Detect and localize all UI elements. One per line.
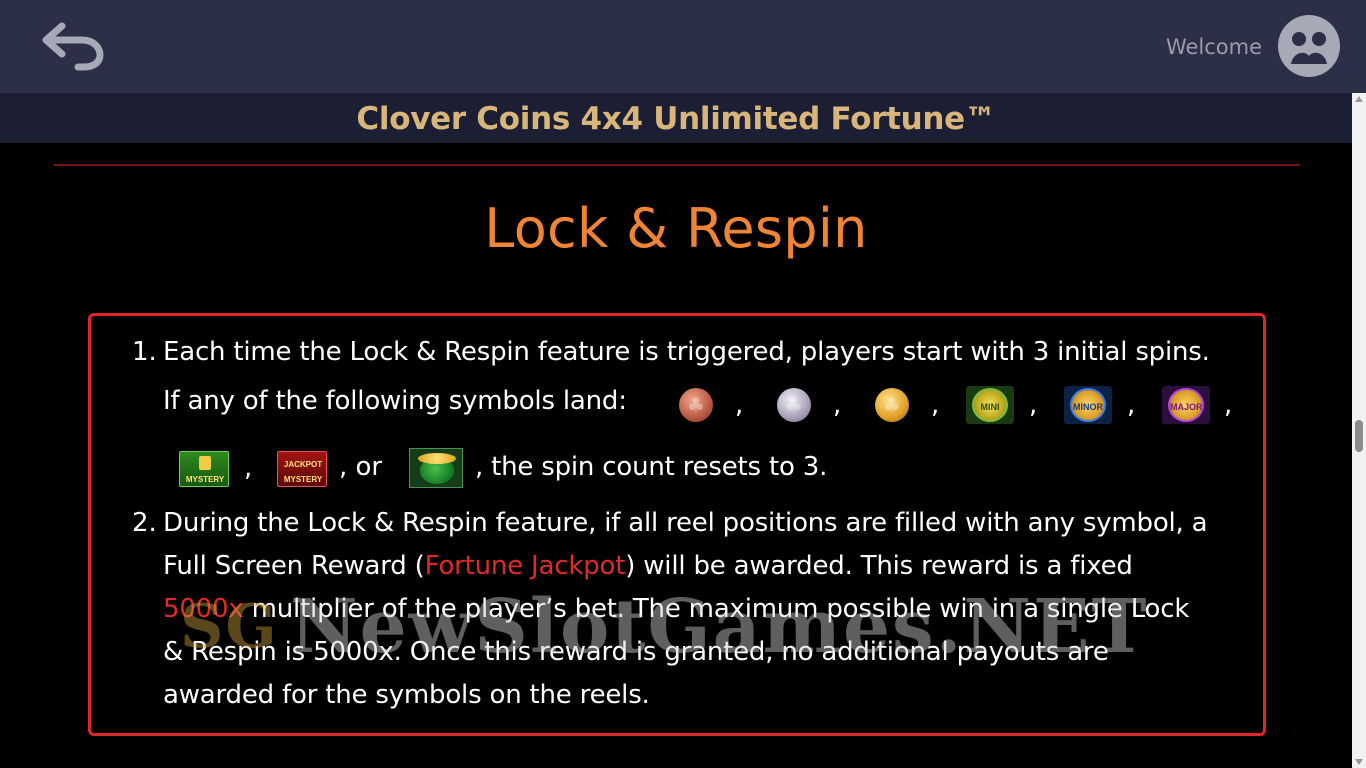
back-arrow-icon xyxy=(42,22,104,71)
bronze-clover-coin-icon xyxy=(679,388,713,422)
back-button[interactable] xyxy=(38,22,106,72)
scroll-down-arrow-icon[interactable] xyxy=(1355,759,1363,765)
rule-2-line-3-end: multiplier of the player’s bet. The maxi… xyxy=(243,594,1190,624)
mystery-symbol-icon: MYSTERY xyxy=(179,451,229,487)
multiplier-highlight: 5000x xyxy=(163,594,244,624)
rule-2-number: 2. xyxy=(132,508,157,538)
symbol-separator: , xyxy=(1029,390,1038,420)
section-divider xyxy=(54,164,1300,166)
user-avatar-button[interactable] xyxy=(1277,14,1341,78)
welcome-label: Welcome xyxy=(1165,35,1262,59)
rule-1-tail: , the spin count resets to 3. xyxy=(475,452,828,482)
jackpot-mystery-symbol-icon: JACKPOT MYSTERY xyxy=(277,451,327,487)
section-title: Lock & Respin xyxy=(484,197,868,260)
pot-of-gold-icon xyxy=(409,448,463,488)
rule-2-line-3: 5000x multiplier of the player’s bet. Th… xyxy=(163,594,1189,624)
mystery-symbol-label: MYSTERY xyxy=(185,475,225,484)
silver-clover-coin-icon xyxy=(777,388,811,422)
rule-2-line-2-start: Full Screen Reward ( xyxy=(163,551,425,581)
symbol-separator: , xyxy=(244,453,253,483)
rule-1-line-1: Each time the Lock & Respin feature is t… xyxy=(163,337,1210,367)
mini-jackpot-coin-icon: MINI xyxy=(966,386,1014,424)
game-title-bar: Clover Coins 4x4 Unlimited Fortune™ xyxy=(0,93,1352,143)
symbol-separator: , xyxy=(833,390,842,420)
fortune-jackpot-highlight: Fortune Jackpot xyxy=(424,551,626,581)
symbol-separator: , xyxy=(1127,390,1136,420)
scroll-up-arrow-icon[interactable] xyxy=(1355,96,1363,102)
symbol-separator: , xyxy=(1224,390,1233,420)
rule-2-line-2-end: ) will be awarded. This reward is a fixe… xyxy=(625,551,1133,581)
rule-1-number: 1. xyxy=(132,337,157,367)
rule-2-line-1: During the Lock & Respin feature, if all… xyxy=(163,508,1208,538)
symbol-separator: , xyxy=(931,390,940,420)
mini-jackpot-label: MINI xyxy=(972,388,1008,422)
lock-icon xyxy=(199,456,211,470)
jackpot-mystery-label-bottom: MYSTERY xyxy=(283,475,323,484)
rule-2-line-5: awarded for the symbols on the reels. xyxy=(163,680,650,710)
rule-2-line-2: Full Screen Reward (Fortune Jackpot) wil… xyxy=(163,551,1133,581)
scrollbar-thumb[interactable] xyxy=(1355,420,1363,452)
user-avatar-icon xyxy=(1278,15,1340,77)
gold-clover-coin-icon xyxy=(875,388,909,422)
major-jackpot-label: MAJOR xyxy=(1168,388,1204,422)
top-bar: Welcome xyxy=(0,0,1366,93)
rule-1-line-2: If any of the following symbols land: xyxy=(163,386,627,416)
or-separator: , or xyxy=(339,452,383,482)
vertical-scrollbar[interactable] xyxy=(1352,93,1366,768)
game-title: Clover Coins 4x4 Unlimited Fortune™ xyxy=(356,101,996,137)
pot-gold xyxy=(418,453,456,464)
minor-jackpot-coin-icon: MINOR xyxy=(1064,386,1112,424)
rule-2-line-4: & Respin is 5000x. Once this reward is g… xyxy=(163,637,1109,667)
symbol-separator: , xyxy=(735,390,744,420)
jackpot-mystery-label-top: JACKPOT xyxy=(283,460,323,469)
major-jackpot-coin-icon: MAJOR xyxy=(1162,386,1210,424)
minor-jackpot-label: MINOR xyxy=(1070,388,1106,422)
